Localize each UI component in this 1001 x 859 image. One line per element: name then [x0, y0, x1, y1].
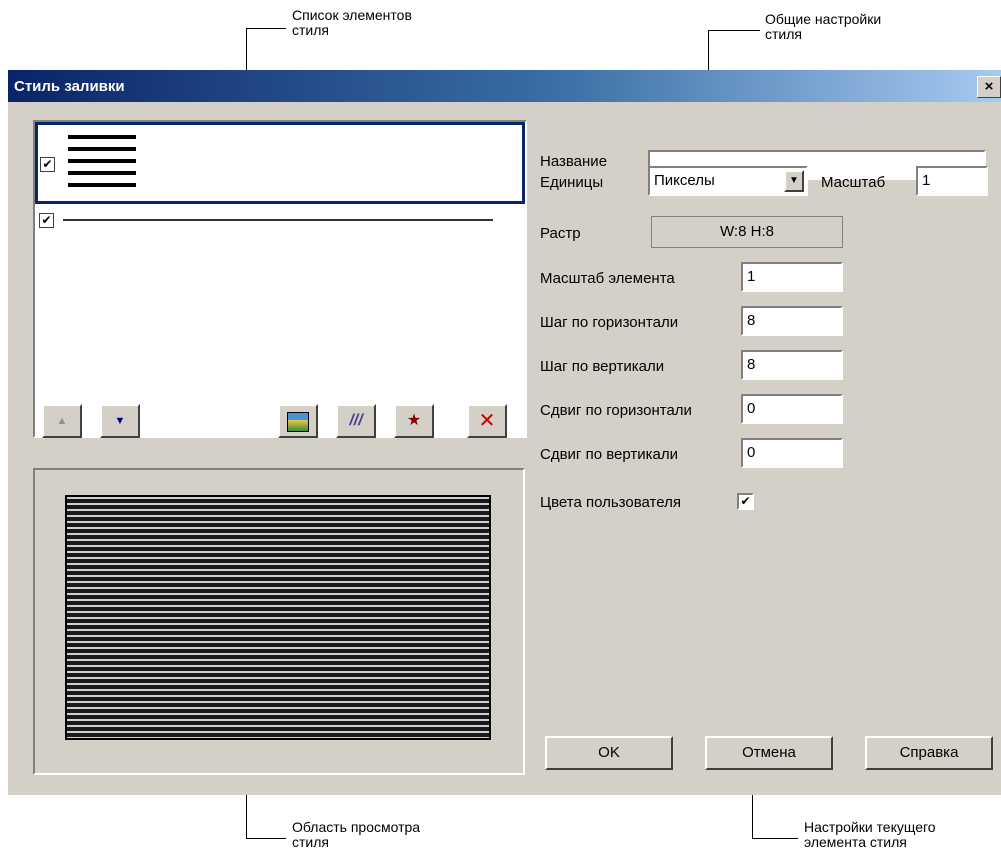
element-scale-label: Масштаб элемента [540, 270, 675, 287]
callout-line-element-h [752, 838, 798, 839]
scale-input[interactable]: 1 [916, 166, 988, 196]
move-down-button[interactable]: ▼ [100, 404, 140, 438]
units-select[interactable]: Пикселы ▼ [648, 166, 808, 196]
arrow-down-icon: ▼ [114, 415, 126, 427]
name-label: Название [540, 153, 608, 170]
item-checkbox[interactable]: ✔ [40, 157, 55, 172]
close-button[interactable]: × [977, 76, 1001, 98]
help-button[interactable]: Справка [865, 736, 993, 770]
units-value: Пикселы [654, 172, 715, 189]
star-icon: ★ [406, 412, 422, 429]
style-element-list[interactable]: ✔ ✔ [33, 120, 527, 438]
style-preview-panel [33, 468, 525, 775]
callout-general-settings: Общие настройки стиля [765, 11, 882, 42]
h-shift-label: Сдвиг по горизонтали [540, 402, 692, 419]
v-step-input[interactable]: 8 [741, 350, 843, 380]
h-shift-input[interactable]: 0 [741, 394, 843, 424]
move-up-button[interactable]: ▲ [42, 404, 82, 438]
callout-current-element-settings: Настройки текущего элемента стиля [804, 819, 936, 850]
add-symbol-button[interactable]: ★ [394, 404, 434, 438]
delete-element-button[interactable]: ✕ [467, 404, 507, 438]
fill-style-dialog: Стиль заливки × ✔ ✔ ▲ ▼ /// ★ ✕ Название… [8, 70, 1001, 795]
ok-button[interactable]: OK [545, 736, 673, 770]
callout-style-elements-list: Список элементов стиля [292, 7, 412, 38]
units-label: Единицы [540, 174, 604, 191]
v-step-label: Шаг по вертикали [540, 358, 665, 375]
cancel-button[interactable]: Отмена [705, 736, 833, 770]
add-image-button[interactable] [278, 404, 318, 438]
user-colors-label: Цвета пользователя [540, 494, 681, 511]
element-scale-input[interactable]: 1 [741, 262, 843, 292]
raster-value: W:8 H:8 [651, 216, 843, 248]
style-preview-area [65, 495, 491, 740]
delete-icon: ✕ [478, 410, 496, 432]
line-preview-icon [63, 219, 493, 221]
list-item[interactable]: ✔ [35, 206, 525, 276]
hatch-icon: /// [349, 412, 363, 429]
scale-label: Масштаб [821, 174, 886, 191]
add-hatch-button[interactable]: /// [336, 404, 376, 438]
v-shift-label: Сдвиг по вертикали [540, 446, 678, 463]
callout-line-preview-h [246, 838, 286, 839]
arrow-up-icon: ▲ [56, 415, 68, 427]
v-shift-input[interactable]: 0 [741, 438, 843, 468]
raster-label: Растр [540, 225, 581, 242]
h-step-label: Шаг по горизонтали [540, 314, 679, 331]
list-item[interactable]: ✔ [35, 122, 525, 204]
dialog-title: Стиль заливки [14, 78, 125, 95]
user-colors-checkbox[interactable]: ✔ [737, 493, 754, 510]
item-checkbox[interactable]: ✔ [39, 213, 54, 228]
chevron-down-icon[interactable]: ▼ [784, 170, 804, 192]
title-bar: Стиль заливки × [8, 70, 1001, 102]
close-icon: × [984, 78, 994, 95]
callout-line-general-h [708, 30, 760, 31]
h-step-input[interactable]: 8 [741, 306, 843, 336]
callout-preview-area: Область просмотра стиля [292, 819, 421, 850]
image-icon [287, 412, 309, 432]
callout-line-list-h [246, 28, 286, 29]
